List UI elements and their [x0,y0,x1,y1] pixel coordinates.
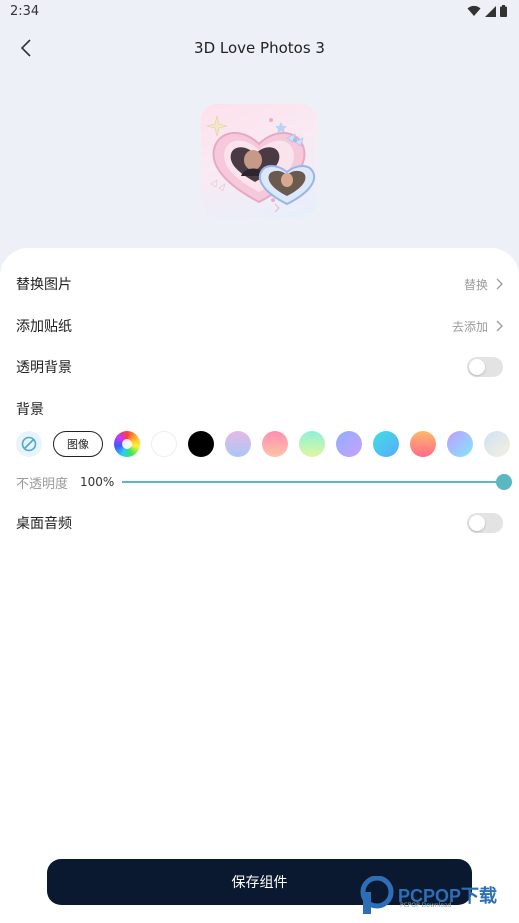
add-sticker-action[interactable]: 去添加 [452,318,503,335]
opacity-row: 不透明度 100% [16,472,514,492]
chevron-right-icon [496,320,503,332]
watermark-logo: PCPOP下载 PCPOP Download [360,876,497,914]
desktop-audio-label: 桌面音频 [16,516,72,532]
swatch-violet-sky[interactable] [447,431,473,457]
no-background-button[interactable] [16,431,42,457]
background-swatches: 图像 [16,430,519,458]
transparent-background-toggle[interactable] [467,357,503,377]
back-button[interactable] [14,36,38,60]
swatch-black[interactable] [188,431,214,457]
opacity-slider-thumb[interactable] [496,474,512,490]
background-row: 背景 [16,395,503,423]
settings-panel [0,248,519,923]
heart-photo-frame-illustration [206,115,316,213]
swatch-cyan-blue[interactable] [373,431,399,457]
chevron-left-icon [20,39,31,57]
watermark-sub: PCPOP Download [400,902,452,909]
opacity-label: 不透明度 [16,476,69,492]
wifi-icon [467,5,481,16]
opacity-value: 100% [80,475,115,489]
swatch-blue-violet[interactable] [336,431,362,457]
swatch-white[interactable] [151,431,177,457]
replace-image-action[interactable]: 替换 [464,276,503,293]
add-sticker-label: 添加贴纸 [16,319,72,335]
header: 3D Love Photos 3 [0,28,519,68]
pcpop-logo-icon [360,876,394,914]
replace-image-action-label: 替换 [463,277,488,292]
swatch-pale-blue[interactable] [484,431,510,457]
swatch-orange-coral[interactable] [410,431,436,457]
background-label: 背景 [16,402,44,418]
add-sticker-action-label: 去添加 [451,319,488,334]
status-icons [467,5,507,17]
page-title: 3D Love Photos 3 [194,39,325,57]
no-background-icon [21,436,37,452]
swatch-mint-lime[interactable] [299,431,325,457]
desktop-audio-toggle[interactable] [467,513,503,533]
status-bar: 2:34 [0,0,519,22]
add-sticker-row[interactable]: 添加贴纸 去添加 [16,312,503,340]
swatch-lavender-blue[interactable] [225,431,251,457]
desktop-audio-row: 桌面音频 [16,509,503,537]
battery-icon [500,5,507,17]
chevron-right-icon [496,278,503,290]
opacity-slider[interactable] [122,474,512,490]
transparent-background-row: 透明背景 [16,353,503,381]
swatch-rainbow[interactable] [114,431,140,457]
transparent-background-label: 透明背景 [16,360,72,376]
signal-icon [485,5,496,17]
widget-preview [201,104,317,218]
swatch-pink-peach[interactable] [262,431,288,457]
replace-image-row[interactable]: 替换图片 替换 [16,270,503,298]
replace-image-label: 替换图片 [16,277,72,293]
image-background-button[interactable]: 图像 [53,431,103,457]
status-time: 2:34 [10,3,40,19]
